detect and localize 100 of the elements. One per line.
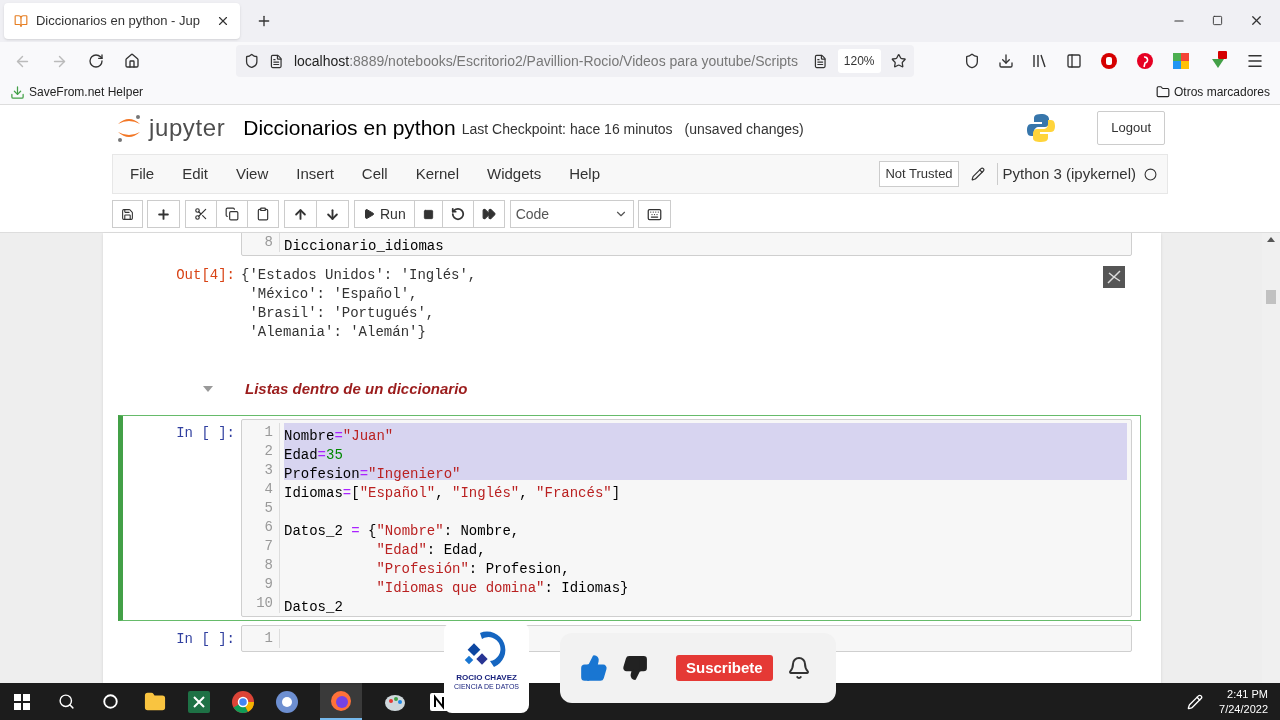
clock-date: 7/24/2022 <box>1219 701 1268 717</box>
menu-item[interactable]: Edit <box>171 162 220 186</box>
clipboard-icon <box>256 207 270 221</box>
dislike-icon[interactable] <box>622 655 648 681</box>
spreadsheet-icon[interactable] <box>188 690 210 713</box>
new-tab-icon[interactable] <box>256 13 272 29</box>
address-bar[interactable]: localhost:8889/notebooks/Escritorio2/Pavillion-Rocio/Videos para youtube/Scripts 120% <box>236 45 914 77</box>
line-number: 8 <box>264 233 273 252</box>
file-explorer-icon[interactable] <box>144 690 166 713</box>
page-icon <box>269 53 284 69</box>
output-prompt: Out[4]: <box>176 266 235 285</box>
reload-icon[interactable] <box>88 53 104 69</box>
brand-name: ROCIO CHAVEZ <box>456 673 517 682</box>
code-cell[interactable] <box>118 414 1141 621</box>
bell-icon[interactable] <box>786 656 811 680</box>
menu-item[interactable]: Cell <box>350 162 399 186</box>
library-icon[interactable] <box>1032 53 1048 69</box>
menu-item[interactable]: Kernel <box>404 162 470 186</box>
keyboard-button[interactable] <box>637 200 671 228</box>
scissors-icon <box>194 207 208 221</box>
run-all-button[interactable] <box>472 200 505 228</box>
save-button[interactable] <box>112 200 143 228</box>
arrow-down-icon <box>325 206 340 222</box>
menu-item[interactable]: File <box>119 162 166 186</box>
bookmark-item[interactable]: SaveFrom.net Helper <box>10 83 144 101</box>
restore-icon[interactable] <box>1212 15 1223 26</box>
download-arrow-icon <box>10 84 25 100</box>
output-line: 'Brasil': 'Portugués', <box>248 304 435 323</box>
url-text: localhost:8889/notebooks/Escritorio2/Pavillion-Rocio/Videos para youtube/Scripts <box>293 51 799 71</box>
line-number: 2 <box>264 441 273 461</box>
run-button[interactable]: Run <box>354 200 415 228</box>
shield-icon <box>244 53 260 69</box>
scroll-up-icon[interactable] <box>1267 237 1275 242</box>
add-cell-button[interactable] <box>147 200 180 228</box>
move-up-button[interactable] <box>284 200 317 228</box>
code-line: Idiomas=["Español", "Inglés", "Francés"] <box>284 484 621 501</box>
menu-item[interactable]: Insert <box>285 162 345 186</box>
restart-button[interactable] <box>441 200 474 228</box>
output-line: {'Estados Unidos': 'Inglés', <box>241 266 477 285</box>
jupyter-wordmark: jupyter <box>149 113 226 143</box>
close-tab-icon[interactable] <box>216 14 230 28</box>
like-icon[interactable] <box>580 654 608 682</box>
input-prompt: In [ ]: <box>176 423 235 443</box>
plus-icon <box>156 206 171 222</box>
menu-item[interactable]: Help <box>558 162 612 186</box>
cut-button[interactable] <box>185 200 217 228</box>
fast-forward-icon <box>481 207 496 221</box>
firefox-icon <box>330 689 352 712</box>
save-status: (unsaved changes) <box>684 119 804 139</box>
zoom-level[interactable]: 120% <box>837 49 881 73</box>
task-view-icon[interactable] <box>103 694 118 709</box>
stop-icon <box>422 208 434 220</box>
color-grid-icon[interactable] <box>1172 52 1190 70</box>
close-icon[interactable] <box>1249 13 1264 28</box>
python-logo-icon <box>1025 112 1058 144</box>
line-number: 7 <box>264 536 273 556</box>
line-number: 10 <box>256 593 273 613</box>
search-icon[interactable] <box>58 693 75 710</box>
play-icon <box>363 208 375 220</box>
download-icon[interactable] <box>998 53 1014 69</box>
code-editor[interactable]: 8 Diccionario_idiomas <box>241 233 1132 256</box>
move-down-button[interactable] <box>316 200 349 228</box>
firefox-taskbar-button[interactable] <box>320 683 362 720</box>
code-editor[interactable] <box>241 418 1132 617</box>
output-line: 'Alemania': 'Alemán'} <box>248 323 426 342</box>
line-number: 3 <box>264 460 273 480</box>
subscribe-button[interactable]: Suscribete <box>676 655 773 681</box>
logout-button[interactable]: Logout <box>1097 111 1165 145</box>
scrollbar-thumb[interactable] <box>1266 290 1276 304</box>
menu-item[interactable]: View <box>225 162 280 186</box>
restart-icon <box>450 207 465 221</box>
cell-type-select[interactable]: Code <box>509 200 634 228</box>
jupyter-logo-icon <box>115 112 143 144</box>
pin-icon[interactable] <box>1136 52 1154 70</box>
menu-icon[interactable] <box>1246 52 1264 70</box>
pen-icon[interactable] <box>1187 693 1204 710</box>
notebook-name[interactable]: Diccionarios en python <box>243 112 456 144</box>
kernel-status-icon <box>1144 167 1157 181</box>
reader-view-icon[interactable] <box>813 53 828 69</box>
collapse-caret-icon[interactable] <box>203 386 213 393</box>
paste-button[interactable] <box>247 200 279 228</box>
code-line: "Edad": Edad, <box>375 541 486 558</box>
other-bookmarks[interactable]: Otros marcadores <box>1155 83 1270 101</box>
browser-tab[interactable]: Diccionarios en python - Jup <box>4 3 240 39</box>
code-line: Datos_2 <box>284 598 343 615</box>
output-toggle-icon[interactable] <box>1103 266 1125 288</box>
trust-status[interactable]: Not Trusted <box>879 161 959 187</box>
code-line: Edad=35 <box>284 446 343 463</box>
windows-start-icon[interactable] <box>14 693 30 710</box>
copy-button[interactable] <box>216 200 248 228</box>
save-icon <box>121 207 134 221</box>
chrome-icon[interactable] <box>232 690 254 713</box>
menu-item[interactable]: Widgets <box>476 162 553 186</box>
code-line: "Idiomas que domina": Idiomas} <box>375 579 629 596</box>
stop-button[interactable] <box>413 200 443 228</box>
edit-icon <box>970 167 985 181</box>
sidebar-icon[interactable] <box>1066 53 1082 69</box>
bookmark-star-icon[interactable] <box>890 53 906 69</box>
code-cell[interactable]: 8 Diccionario_idiomas <box>118 233 1141 260</box>
home-icon[interactable] <box>124 53 140 69</box>
